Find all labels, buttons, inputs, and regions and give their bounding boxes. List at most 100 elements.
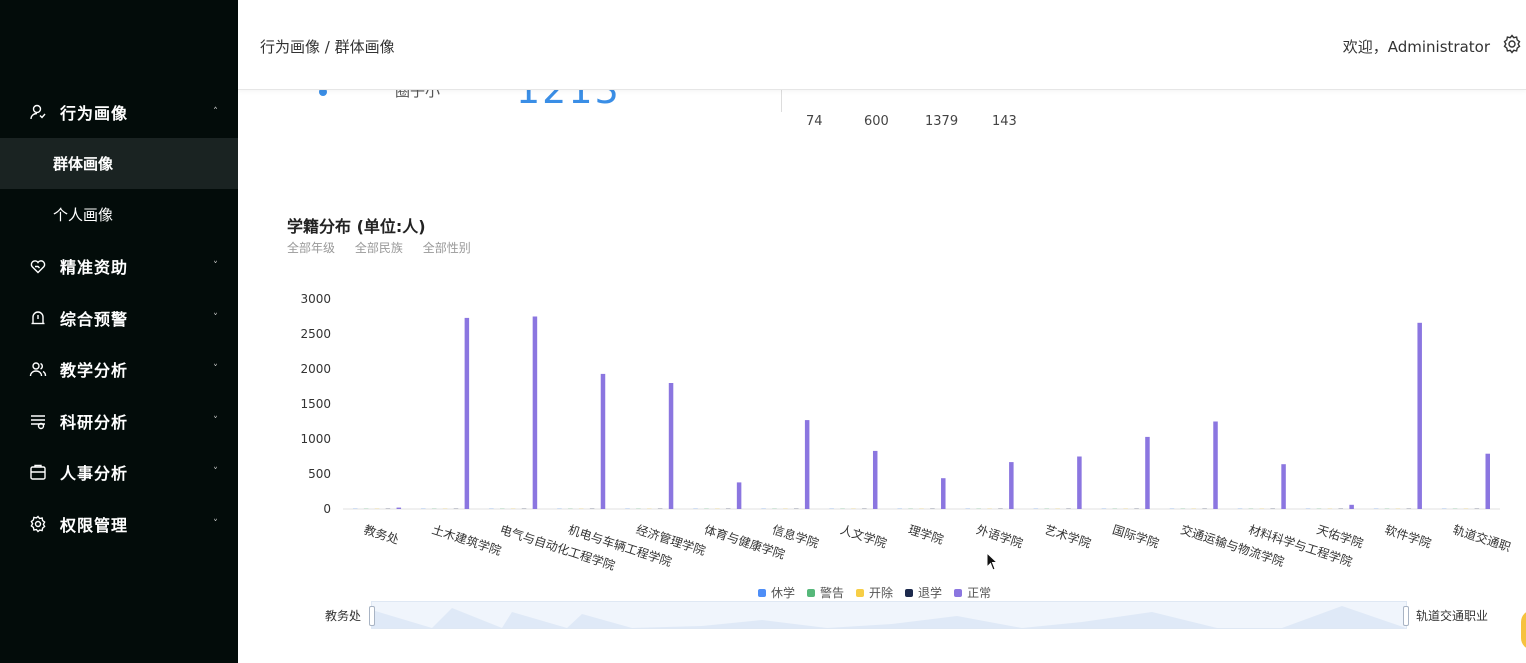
welcome-text[interactable]: 欢迎，Administrator [1343, 36, 1490, 57]
bar[interactable] [1055, 508, 1060, 509]
bar[interactable] [1077, 456, 1082, 510]
sidebar-item-research[interactable]: 科研分析 ˅ [0, 395, 238, 447]
bar[interactable] [761, 508, 766, 509]
bar[interactable] [421, 508, 426, 509]
slider-handle-start[interactable] [369, 606, 375, 626]
bar[interactable] [1338, 508, 1343, 509]
bar[interactable] [1134, 508, 1139, 509]
bar[interactable] [1406, 508, 1412, 509]
bar[interactable] [851, 508, 856, 509]
bar[interactable] [647, 508, 652, 509]
sidebar-subitem-group-profile[interactable]: 群体画像 [0, 137, 238, 189]
bar[interactable] [919, 508, 924, 509]
bar[interactable] [897, 508, 902, 509]
bar[interactable] [1373, 508, 1379, 509]
bar[interactable] [1202, 508, 1207, 509]
bar[interactable] [1044, 508, 1049, 509]
bar[interactable] [1066, 508, 1071, 509]
bar[interactable] [804, 420, 810, 509]
bar[interactable] [1474, 508, 1480, 509]
floating-widget[interactable] [1521, 610, 1526, 650]
bar[interactable] [600, 373, 606, 509]
bar[interactable] [1281, 464, 1286, 509]
sidebar-item-behavior[interactable]: 行为画像 ˄ [0, 86, 238, 138]
bar[interactable] [693, 508, 698, 509]
bar[interactable] [1237, 508, 1243, 509]
bar[interactable] [431, 508, 437, 509]
legend-item[interactable]: 警告 [807, 584, 844, 601]
bar[interactable] [668, 383, 674, 509]
bar[interactable] [1395, 508, 1401, 509]
bar[interactable] [1248, 508, 1254, 509]
bar[interactable] [998, 508, 1003, 509]
bar[interactable] [840, 508, 845, 509]
gear-icon[interactable] [1502, 34, 1522, 54]
bar[interactable] [965, 508, 971, 509]
bar[interactable] [794, 508, 799, 509]
sidebar-item-warning[interactable]: 综合预警 ˅ [0, 292, 238, 344]
bar[interactable] [1452, 508, 1458, 509]
bar[interactable] [1417, 322, 1422, 509]
bar[interactable] [772, 508, 777, 509]
bar[interactable] [464, 317, 470, 509]
bar[interactable] [532, 316, 538, 510]
bar[interactable] [1191, 508, 1196, 509]
bar[interactable] [1101, 508, 1107, 509]
bar[interactable] [510, 508, 516, 509]
filter-grade[interactable]: 全部年级 [287, 241, 335, 255]
bar[interactable] [1327, 508, 1333, 509]
sidebar-item-permissions[interactable]: 权限管理 ˅ [0, 498, 238, 550]
bar[interactable] [1112, 508, 1118, 509]
bar[interactable] [941, 478, 946, 509]
legend-item[interactable]: 休学 [758, 584, 795, 601]
bar[interactable] [636, 508, 641, 509]
bar[interactable] [872, 450, 878, 509]
bar[interactable] [976, 508, 981, 509]
bar[interactable] [578, 508, 584, 509]
sidebar-subitem-personal-profile[interactable]: 个人画像 [0, 189, 238, 241]
bar[interactable] [783, 508, 788, 509]
sidebar-item-teaching[interactable]: 教学分析 ˅ [0, 344, 238, 396]
sidebar-item-aid[interactable]: 精准资助 ˅ [0, 241, 238, 293]
bar[interactable] [625, 508, 630, 509]
bar[interactable] [1169, 508, 1175, 509]
bar[interactable] [1441, 508, 1447, 509]
bar[interactable] [829, 508, 834, 509]
bar[interactable] [1485, 453, 1490, 509]
bar[interactable] [453, 508, 459, 509]
legend-item[interactable]: 开除 [856, 584, 893, 601]
bar[interactable] [521, 508, 527, 509]
bar[interactable] [374, 508, 380, 509]
bar[interactable] [715, 508, 720, 509]
bar[interactable] [1463, 508, 1469, 509]
bar[interactable] [1213, 421, 1218, 510]
bar[interactable] [1259, 508, 1265, 509]
bar[interactable] [589, 508, 595, 509]
bar[interactable] [930, 508, 935, 509]
bar[interactable] [725, 508, 731, 509]
bar[interactable] [1123, 508, 1128, 509]
legend-item[interactable]: 正常 [954, 584, 991, 601]
bar[interactable] [1305, 508, 1311, 509]
bar[interactable] [1180, 508, 1186, 509]
breadcrumb[interactable]: 行为画像 / 群体画像 [260, 36, 395, 57]
bar[interactable] [363, 508, 369, 509]
bar[interactable] [987, 508, 992, 509]
data-zoom-slider[interactable] [369, 601, 1409, 629]
bar[interactable] [442, 508, 448, 509]
bar[interactable] [704, 508, 709, 509]
bar[interactable] [489, 508, 494, 509]
legend-item[interactable]: 退学 [905, 584, 942, 601]
bar[interactable] [1349, 504, 1354, 509]
bar[interactable] [568, 508, 573, 509]
bar[interactable] [1009, 462, 1014, 509]
bar[interactable] [557, 508, 562, 509]
bar[interactable] [353, 508, 358, 509]
bar[interactable] [500, 508, 505, 509]
bar[interactable] [862, 508, 867, 509]
bar[interactable] [1270, 508, 1275, 509]
bar[interactable] [396, 507, 402, 509]
bar[interactable] [385, 508, 391, 509]
bar[interactable] [1316, 508, 1322, 509]
bar[interactable] [908, 508, 913, 509]
